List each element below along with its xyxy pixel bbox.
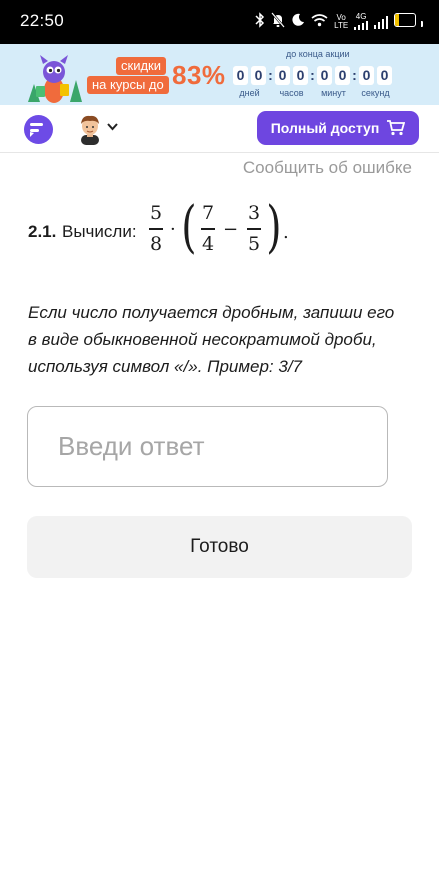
answer-input[interactable] <box>27 406 388 487</box>
timer-label: секунд <box>361 88 390 98</box>
timer-minutes: 00 минут <box>317 66 350 98</box>
bluetooth-icon <box>255 12 265 31</box>
fraction-numerator: 5 <box>149 202 163 224</box>
countdown-timer: 00 дней : 00 часов : 00 минут : 00 секун… <box>233 66 392 98</box>
timer-colon: : <box>268 67 273 83</box>
timer-digit: 0 <box>377 66 392 85</box>
signal-icon <box>354 21 369 30</box>
timer-hours: 00 часов <box>275 66 308 98</box>
timer-digit: 0 <box>251 66 266 85</box>
chat-icon <box>30 123 43 137</box>
task-verb: Вычисли: <box>62 222 137 241</box>
chevron-down-icon[interactable] <box>107 123 118 131</box>
fraction-numerator: 3 <box>247 202 261 224</box>
full-access-label: Полный доступ <box>270 120 380 136</box>
fraction-bar <box>149 228 163 230</box>
fraction-numerator: 7 <box>201 202 215 224</box>
promo-tag-discount: скидки <box>116 57 166 75</box>
timer-digit: 0 <box>359 66 374 85</box>
minus-sign: − <box>223 219 239 240</box>
report-error-link[interactable]: Сообщить об ошибке <box>243 158 412 178</box>
cart-icon <box>387 120 406 136</box>
timer-digit: 0 <box>233 66 248 85</box>
bell-off-icon <box>271 12 286 31</box>
signal-group: 4G <box>354 12 369 30</box>
fraction-bar <box>247 228 261 230</box>
right-paren: ) <box>266 195 282 260</box>
promo-until-label: до конца акции <box>286 49 350 59</box>
volte-indicator: Vo LTE <box>334 12 349 30</box>
dragon-mascot-icon <box>28 55 82 103</box>
promo-percent: 83% <box>172 60 226 90</box>
timer-seconds: 00 секунд <box>359 66 392 98</box>
promo-banner[interactable]: скидки на курсы до 83% до конца акции 00… <box>0 44 439 105</box>
timer-digit: 0 <box>293 66 308 85</box>
done-button[interactable]: Готово <box>27 516 412 578</box>
clock: 22:50 <box>20 11 65 30</box>
timer-colon: : <box>310 67 315 83</box>
fraction-denominator: 5 <box>247 233 261 255</box>
task-statement: 2.1. Вычисли: 5 8 · ( 7 4 − 3 5 ) . <box>28 200 418 262</box>
moon-icon <box>291 13 305 30</box>
chat-button[interactable] <box>24 115 53 144</box>
task-number: 2.1. <box>28 222 57 241</box>
answer-format-hint: Если число получается дробным, запиши ег… <box>28 303 395 376</box>
battery-level: 21 <box>399 14 411 25</box>
battery-icon: 21 <box>394 13 423 30</box>
multiply-sign: · <box>170 219 176 240</box>
timer-digit: 0 <box>317 66 332 85</box>
timer-colon: : <box>352 67 357 83</box>
timer-label: дней <box>239 88 260 98</box>
status-bar: 22:50 Vo LTE 4G 21 <box>0 0 439 44</box>
full-access-button[interactable]: Полный доступ <box>257 111 419 145</box>
fraction-bar <box>201 228 215 230</box>
avatar[interactable] <box>76 113 104 145</box>
fraction-denominator: 8 <box>149 233 163 255</box>
wifi-icon <box>311 13 328 30</box>
promo-tag-courses: на курсы до <box>87 76 169 94</box>
app-header: Полный доступ <box>0 105 439 153</box>
timer-days: 00 дней <box>233 66 266 98</box>
signal-icon-2 <box>374 15 389 29</box>
status-icons: Vo LTE 4G 21 <box>255 12 423 31</box>
period: . <box>283 222 289 243</box>
timer-digit: 0 <box>275 66 290 85</box>
left-paren: ( <box>181 195 197 260</box>
network-type: 4G <box>355 12 367 21</box>
timer-digit: 0 <box>335 66 350 85</box>
timer-label: минут <box>321 88 346 98</box>
fraction-denominator: 4 <box>201 233 215 255</box>
timer-label: часов <box>279 88 304 98</box>
